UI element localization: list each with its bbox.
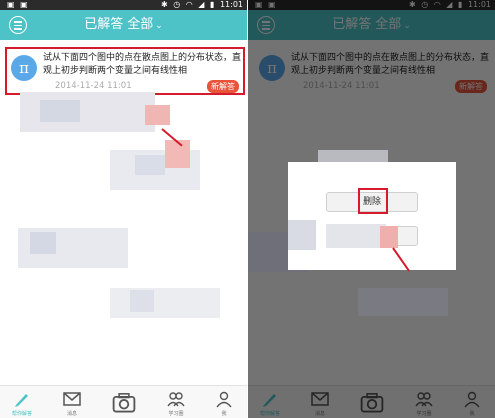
status-right: ✱ ◷ ◠ ◢ ▮ 11:01	[158, 0, 243, 10]
nav-label: 消息	[66, 411, 77, 417]
mosaic-block	[288, 220, 316, 250]
nav-item-study-circle[interactable]: 学习圈	[156, 386, 196, 418]
notification-icons: ▣ ▣	[4, 0, 28, 10]
bluetooth-icon: ✱	[160, 0, 168, 9]
nav-label: 我	[221, 411, 227, 417]
mosaic-block	[130, 290, 154, 312]
right-screen: ▣ ▣ ✱ ◷ ◠ ◢ ▮ 11:01 已解答全部⌄ π 试从下面四个图中的点在…	[248, 0, 495, 418]
alarm-icon: ◷	[173, 0, 181, 9]
question-card[interactable]: π 试从下面四个图中的点在散点图上的分布状态，直观上初步判断两个变量之间有线性相…	[5, 47, 245, 95]
nav-item-messages[interactable]: 消息	[52, 386, 92, 418]
nav-label: 学习圈	[168, 411, 184, 417]
mosaic-block	[380, 226, 398, 248]
nav-item-help-answer[interactable]: 帮你解答	[2, 386, 42, 418]
wifi-icon: ◠	[185, 0, 193, 9]
person-icon	[216, 391, 232, 408]
camera-icon	[112, 393, 136, 413]
filter-dropdown[interactable]: 已解答全部⌄	[0, 10, 247, 41]
mosaic-block	[165, 140, 190, 168]
signal-icon: ◢	[198, 0, 205, 9]
people-icon	[167, 392, 185, 407]
left-screen: ▣ ▣ ✱ ◷ ◠ ◢ ▮ 11:01 已解答 全部 ⌄ π 试从下面四个图中的点在…	[0, 0, 247, 418]
new-answer-badge: 新解答	[207, 80, 239, 93]
mosaic-block	[135, 155, 165, 175]
mosaic-block	[110, 288, 220, 318]
mosaic-block	[326, 224, 386, 248]
action-dialog: 删除	[288, 162, 456, 270]
nav-item-me[interactable]: 我	[204, 386, 244, 418]
mosaic-block	[30, 232, 56, 254]
delete-highlight-box	[358, 188, 388, 214]
filter-value: 全部	[127, 17, 154, 32]
mail-icon	[63, 392, 81, 406]
pencil-icon	[15, 394, 28, 407]
image-notification-icon: ▣	[7, 0, 15, 9]
nav-item-camera[interactable]	[104, 386, 144, 418]
mosaic-block	[145, 105, 170, 125]
subject-avatar: π	[11, 55, 37, 81]
question-timestamp: 2014-11-24 11:01	[55, 81, 132, 91]
status-bar: ▣ ▣ ✱ ◷ ◠ ◢ ▮ 11:01	[0, 0, 247, 10]
chevron-down-icon: ⌄	[155, 21, 163, 31]
bottom-navigation: 帮你解答 消息 学习圈 我	[0, 385, 247, 418]
page-title: 已解答	[84, 17, 124, 32]
comparison-screenshot: ▣ ▣ ✱ ◷ ◠ ◢ ▮ 11:01 已解答 全部 ⌄ π 试从下面四个图中的点在…	[0, 0, 495, 418]
battery-icon: ▮	[209, 0, 215, 9]
status-time: 11:01	[219, 0, 243, 9]
question-text: 试从下面四个图中的点在散点图上的分布状态，直观上初步判断两个变量之间有线性相	[43, 53, 241, 76]
mosaic-block	[358, 288, 448, 316]
mosaic-block	[40, 100, 80, 122]
app-notification-icon: ▣	[20, 0, 28, 9]
app-header: 已解答全部⌄	[0, 10, 247, 40]
nav-label: 帮你解答	[11, 411, 32, 417]
